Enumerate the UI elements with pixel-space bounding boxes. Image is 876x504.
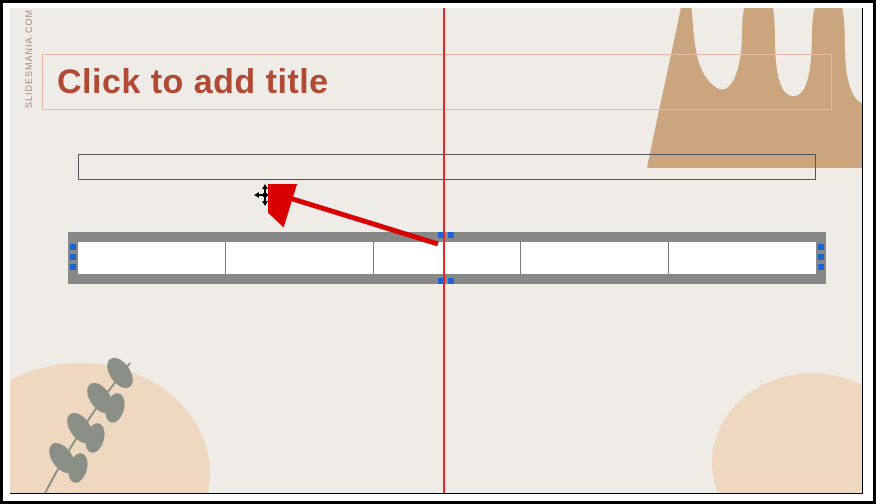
resize-handle-right[interactable] [818,264,824,270]
drag-ghost-outline [78,154,816,180]
resize-handle-top[interactable] [448,232,454,238]
resize-handle-bottom[interactable] [438,278,444,284]
table-cell[interactable] [374,242,522,274]
table-cell[interactable] [78,242,226,274]
leaf-decoration [20,343,160,494]
resize-handle-bottom[interactable] [448,278,454,284]
table-row[interactable] [78,242,816,274]
resize-handle-right[interactable] [818,244,824,250]
blob-bottom-left-decoration [10,363,210,494]
table-object[interactable] [68,232,826,284]
table-cell[interactable] [226,242,374,274]
table-cell[interactable] [669,242,816,274]
resize-handle-top[interactable] [438,232,444,238]
resize-handle-right[interactable] [818,254,824,260]
table-cell[interactable] [521,242,669,274]
watermark-text: SLIDESMANIA.COM [24,9,34,108]
blob-bottom-right-decoration [712,373,863,494]
resize-handle-left[interactable] [70,264,76,270]
move-cursor-icon [254,184,276,206]
resize-handle-left[interactable] [70,244,76,250]
slide-canvas[interactable]: SLIDESMANIA.COM Click to add title [10,8,863,494]
resize-handle-left[interactable] [70,254,76,260]
title-placeholder[interactable]: Click to add title [42,54,832,110]
title-placeholder-text: Click to add title [57,63,329,102]
